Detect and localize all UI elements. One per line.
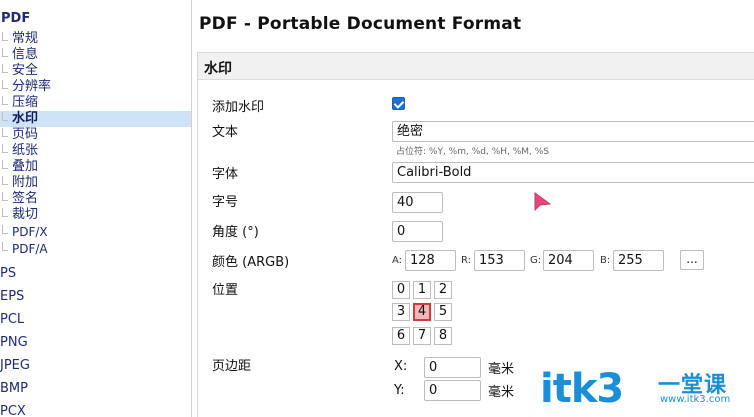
sidebar-item-security[interactable]: 安全 <box>0 63 191 79</box>
sidebar-item-label: PDF/A <box>12 242 48 256</box>
margin-x-input[interactable]: 0 <box>424 357 481 378</box>
position-cell-6[interactable]: 6 <box>392 327 410 345</box>
sidebar-item-label: 常规 <box>12 31 39 46</box>
sidebar-item-label: 裁切 <box>12 207 39 222</box>
position-cell-8[interactable]: 8 <box>434 327 452 345</box>
color-a-label: A: <box>392 255 403 266</box>
position-cell-3[interactable]: 3 <box>392 303 410 321</box>
sidebar-item-label: 纸张 <box>12 143 39 158</box>
sidebar-item-general[interactable]: 常规 <box>0 31 191 47</box>
color-picker-button[interactable]: ... <box>680 250 704 270</box>
sidebar-item-label: 分辨率 <box>12 79 52 94</box>
color-r-input[interactable]: 153 <box>474 250 525 271</box>
sidebar-item-label: 叠加 <box>12 159 39 174</box>
sidebar-item-signature[interactable]: 签名 <box>0 191 191 207</box>
font-input[interactable]: Calibri-Bold <box>392 162 754 183</box>
section-title: 水印 <box>204 61 232 77</box>
margin-y-label: Y: <box>394 383 405 398</box>
sidebar-item-label: 签名 <box>12 191 39 206</box>
tree-connector <box>2 192 8 201</box>
add-watermark-label: 添加水印 <box>212 100 265 115</box>
position-cell-7[interactable]: 7 <box>413 327 431 345</box>
tree-connector <box>2 32 8 41</box>
sidebar-item-pdfx[interactable]: PDF/X <box>0 224 191 240</box>
sidebar-item-label: PDF/X <box>12 225 48 239</box>
text-label: 文本 <box>212 125 239 140</box>
sidebar-item-resolution[interactable]: 分辨率 <box>0 79 191 95</box>
sidebar-item-label: 压缩 <box>12 95 39 110</box>
margin-y-input[interactable]: 0 <box>424 380 481 401</box>
sidebar-item-pcl[interactable]: PCL <box>0 312 24 328</box>
sidebar-item-pcx[interactable]: PCX <box>0 404 26 417</box>
font-size-input[interactable]: 40 <box>392 192 443 213</box>
tree-connector <box>2 112 8 121</box>
panel-header: 水印 <box>198 53 754 80</box>
tree-connector <box>2 225 8 234</box>
add-watermark-checkbox[interactable] <box>392 97 405 110</box>
angle-input[interactable]: 0 <box>392 221 443 242</box>
sidebar-item-page-number[interactable]: 页码 <box>0 127 191 143</box>
arrow-cursor-icon <box>534 192 552 212</box>
sidebar-item-label: 水印 <box>12 111 39 126</box>
logo-main-text: itk3 <box>540 366 624 412</box>
sidebar-item-overlay[interactable]: 叠加 <box>0 159 191 175</box>
position-cell-0[interactable]: 0 <box>392 281 410 299</box>
color-g-label: G: <box>530 255 542 266</box>
sidebar-item-attach[interactable]: 附加 <box>0 175 191 191</box>
tree-connector <box>2 144 8 153</box>
margin-x-label: X: <box>394 359 408 374</box>
position-cell-5[interactable]: 5 <box>434 303 452 321</box>
tree-connector <box>2 176 8 185</box>
tree-connector <box>2 80 8 89</box>
sidebar-item-label: 页码 <box>12 127 39 142</box>
color-b-input[interactable]: 255 <box>613 250 664 271</box>
margin-y-unit: 毫米 <box>488 385 515 400</box>
sidebar-item-info[interactable]: 信息 <box>0 47 191 63</box>
position-cell-4[interactable]: 4 <box>413 303 431 321</box>
tree-connector <box>2 242 8 251</box>
tree-connector <box>2 208 8 217</box>
position-cell-2[interactable]: 2 <box>434 281 452 299</box>
sidebar-item-jpeg[interactable]: JPEG <box>0 358 30 374</box>
color-a-input[interactable]: 128 <box>405 250 456 271</box>
angle-label: 角度 (°) <box>212 225 259 240</box>
tree-connector <box>2 128 8 137</box>
watermark-text-input[interactable]: 绝密 <box>392 121 754 142</box>
sidebar-item-bmp[interactable]: BMP <box>0 381 28 397</box>
sidebar-item-label: 信息 <box>12 47 39 62</box>
color-b-label: B: <box>600 255 611 266</box>
sidebar-item-compression[interactable]: 压缩 <box>0 95 191 111</box>
position-label: 位置 <box>212 283 239 298</box>
sidebar-item-png[interactable]: PNG <box>0 335 28 351</box>
font-label: 字体 <box>212 167 239 182</box>
logo-url-text: www.itk3.com <box>660 394 731 405</box>
color-label: 颜色 (ARGB) <box>212 255 290 270</box>
sidebar-item-eps[interactable]: EPS <box>0 289 24 305</box>
tree-connector <box>2 160 8 169</box>
sidebar-item-pdfa[interactable]: PDF/A <box>0 241 191 257</box>
position-cell-1[interactable]: 1 <box>413 281 431 299</box>
placeholder-hint: 占位符: %Y, %m, %d, %H, %M, %S <box>396 147 550 157</box>
site-logo: itk3 一堂课 www.itk3.com <box>540 364 750 416</box>
page-title: PDF - Portable Document Format <box>199 14 522 34</box>
tree-connector <box>2 64 8 73</box>
sidebar-section-pdf[interactable]: PDF <box>1 11 30 26</box>
sidebar-item-label: 安全 <box>12 63 39 78</box>
tree-connector <box>2 48 8 57</box>
sidebar-item-paper[interactable]: 纸张 <box>0 143 191 159</box>
color-r-label: R: <box>461 255 472 266</box>
margin-label: 页边距 <box>212 359 252 374</box>
color-g-input[interactable]: 204 <box>543 250 594 271</box>
sidebar-item-ps[interactable]: PS <box>0 266 16 282</box>
margin-x-unit: 毫米 <box>488 362 515 377</box>
tree-connector <box>2 96 8 105</box>
sidebar: PDF 常规 信息 安全 分辨率 压缩 水印 页码 纸张 叠加 附加 签名 裁切… <box>0 0 192 417</box>
font-size-label: 字号 <box>212 195 239 210</box>
sidebar-item-label: 附加 <box>12 175 39 190</box>
sidebar-item-watermark[interactable]: 水印 <box>0 111 191 127</box>
sidebar-item-crop[interactable]: 裁切 <box>0 207 191 223</box>
